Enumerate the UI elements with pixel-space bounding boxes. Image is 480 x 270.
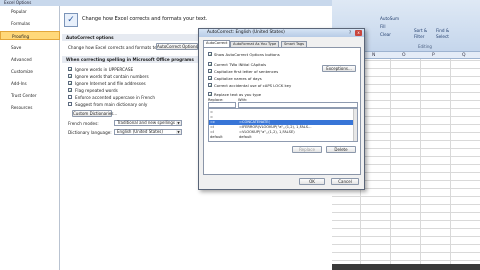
checkbox-label: Ignore words that contain numbers [75,74,149,79]
autocorrect-list[interactable]: = = =c =CONCATENATE( =i =IFERROR(VLOOKUP… [208,108,358,142]
custom-dictionaries-button[interactable]: Custom Dictionaries... [72,110,117,117]
checkbox-caps-lock[interactable]: ✓ [208,83,212,88]
exceptions-button[interactable]: Exceptions... [322,65,356,72]
clear-button[interactable]: Clear [380,32,391,37]
chevron-down-icon: ▼ [176,130,181,134]
find-select-button[interactable]: Find & [436,28,449,33]
checkbox-show-buttons[interactable]: ✓ [208,52,212,57]
list-item-with: default [239,135,252,139]
autocorrect-panel: ✓ Show AutoCorrect Options buttons ✓ Cor… [203,47,361,175]
select-label: Select [436,34,449,39]
filter-label: Filter [414,34,425,39]
column-header[interactable]: P [432,53,435,58]
nav-item-resources[interactable]: Resources [0,103,60,112]
checkbox-label: Show AutoCorrect Options buttons [214,52,280,57]
checkbox-capitalize-sentences[interactable]: ✓ [208,69,212,74]
checkbox-replace-text[interactable]: ✓ [208,92,212,97]
nav-item-customize[interactable]: Customize [0,67,60,76]
editing-group-label: Editing [418,44,432,49]
sort-filter-button[interactable]: Sort & [414,28,427,33]
list-scrollbar[interactable] [353,109,357,141]
checkbox-label: Correct accidental use of cAPS LOCK key [214,83,292,88]
checkbox-label: Enforce accented uppercase in French [75,95,155,100]
column-header[interactable]: Q [462,53,466,58]
autocorrect-titlebar[interactable]: AutoCorrect: English (United States) ? x [199,29,364,37]
abc-check-icon: ✓ [64,13,78,27]
french-modes-value: Traditional and new spellings [117,120,176,125]
french-modes-label: French modes: [68,121,99,126]
nav-item-advanced[interactable]: Advanced [0,55,60,64]
list-item[interactable]: default default [209,135,357,140]
fill-button[interactable]: Fill [380,24,386,29]
checkbox-flag-repeated[interactable]: ✓ [68,88,72,93]
checkbox-label: Suggest from main dictionary only [75,102,148,107]
checkbox-label: Flag repeated words [75,88,118,93]
proofing-header-text: Change how Excel corrects and formats yo… [82,16,208,22]
autocorrect-dialog: AutoCorrect: English (United States) ? x… [198,28,365,190]
nav-item-trust-center[interactable]: Trust Center [0,91,60,100]
checkbox-label: Ignore Internet and file addresses [75,81,146,86]
nav-item-formulas[interactable]: Formulas [0,19,60,28]
autocorrect-title: AutoCorrect: English (United States) [207,30,285,35]
nav-item-proofing[interactable]: Proofing [0,31,60,40]
checkbox-label: Correct TWo INitial CApitals [214,62,267,67]
column-header[interactable]: O [402,53,406,58]
options-nav: Popular Formulas Proofing Save Advanced … [0,6,60,270]
nav-item-popular[interactable]: Popular [0,7,60,16]
options-title: Excel Options [4,0,32,5]
autocorrect-options-button[interactable]: AutoCorrect Options... [156,43,201,50]
checkbox-enforce-french[interactable] [68,95,72,99]
checkbox-ignore-numbers[interactable]: ✓ [68,74,72,79]
close-icon[interactable]: x [355,30,362,36]
column-header[interactable]: N [372,53,375,58]
checkbox-capitalize-days[interactable]: ✓ [208,76,212,81]
chevron-down-icon: ▼ [176,121,181,125]
checkbox-label: Ignore words in UPPERCASE [75,67,134,72]
checkbox-ignore-uppercase[interactable]: ✓ [68,67,72,72]
french-modes-select[interactable]: Traditional and new spellings ▼ [114,120,182,126]
checkbox-label: Capitalize first letter of sentences [214,69,279,74]
replace-button[interactable]: Replace [292,146,322,153]
checkbox-label: Replace text as you type [214,92,262,97]
list-item-replace: default [210,135,223,139]
help-icon[interactable]: ? [347,30,353,36]
ok-button[interactable]: OK [299,178,325,185]
tab-autocorrect[interactable]: AutoCorrect [203,40,231,47]
cancel-button[interactable]: Cancel [331,178,359,185]
checkbox-label: Capitalize names of days [214,76,262,81]
dictionary-language-value: English (United States) [117,129,163,134]
checkbox-two-initial-caps[interactable]: ✓ [208,62,212,67]
autosum-button[interactable]: AutoSum [380,16,399,21]
dictionary-language-select[interactable]: English (United States) ▼ [114,129,182,135]
desktop-background [332,264,480,270]
dictionary-language-label: Dictionary language: [68,130,112,135]
checkbox-ignore-internet[interactable]: ✓ [68,81,72,86]
nav-item-addins[interactable]: Add-Ins [0,79,60,88]
checkbox-main-dictionary[interactable] [68,102,72,106]
nav-item-save[interactable]: Save [0,43,60,52]
delete-button[interactable]: Delete [326,146,356,153]
